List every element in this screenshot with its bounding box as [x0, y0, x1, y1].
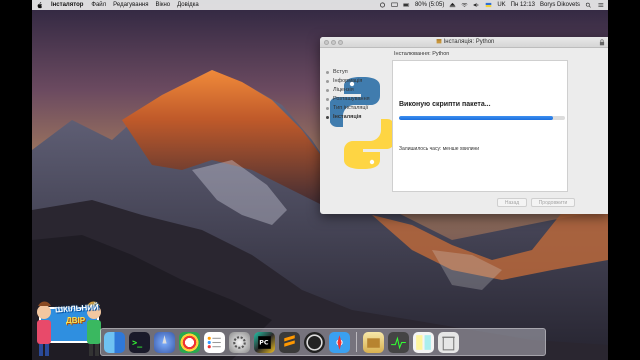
- steps-sidebar: Вступ Інформація Ліцензія Розташування Т…: [320, 48, 394, 214]
- user-name[interactable]: Borys Dikovets: [540, 2, 580, 8]
- finder-icon[interactable]: [104, 331, 125, 353]
- window-titlebar[interactable]: Інсталяція: Python: [320, 37, 608, 48]
- svg-text:>_: >_: [132, 337, 143, 347]
- menu-help[interactable]: Довідка: [177, 2, 199, 8]
- dock: >_ PC: [100, 328, 546, 356]
- sublime-text-icon[interactable]: [279, 331, 300, 353]
- terminal-icon[interactable]: >_: [129, 331, 150, 353]
- channel-logo-text-2: ДВІР: [66, 316, 86, 325]
- menu-app-name[interactable]: Інсталятор: [51, 2, 83, 8]
- menu-bar: Інсталятор Файл Редагування Вікно Довідк…: [32, 0, 608, 10]
- notification-center-icon[interactable]: [597, 2, 604, 8]
- steps-list: Вступ Інформація Ліцензія Розташування Т…: [326, 68, 370, 122]
- back-button[interactable]: Назад: [497, 198, 527, 207]
- battery-text[interactable]: 80% (5:05): [415, 2, 444, 8]
- menu-edit[interactable]: Редагування: [113, 2, 148, 8]
- installer-window: Інсталяція: Python Вступ Інформація Ліце…: [320, 37, 608, 214]
- input-flag-icon[interactable]: [485, 2, 492, 8]
- apple-menu-icon[interactable]: [36, 1, 43, 9]
- menu-file[interactable]: Файл: [91, 2, 106, 8]
- step-item: Ліцензія: [326, 86, 370, 95]
- input-language[interactable]: UK: [497, 2, 505, 8]
- step-item: Розташування: [326, 95, 370, 104]
- step-item: Інформація: [326, 77, 370, 86]
- chrome-icon[interactable]: [179, 331, 200, 353]
- desktop: Інсталятор Файл Редагування Вікно Довідк…: [32, 0, 608, 360]
- display-icon[interactable]: [391, 2, 398, 8]
- pycharm-icon[interactable]: PC: [254, 331, 275, 353]
- status-area: 80% (5:05) UK Пн 12:13 Borys Dikovets: [379, 2, 604, 8]
- progress-fill: [399, 116, 554, 120]
- sync-icon[interactable]: [379, 2, 386, 8]
- svg-text:PC: PC: [259, 339, 269, 346]
- time-remaining: Залишилось часу: менше хвилини: [399, 146, 480, 152]
- battery-icon[interactable]: [403, 2, 410, 8]
- activity-monitor-icon[interactable]: [388, 331, 409, 353]
- pane-header: Інсталювання: Python: [394, 51, 450, 57]
- safari-icon[interactable]: [329, 331, 350, 353]
- menu-window[interactable]: Вікно: [155, 2, 170, 8]
- wifi-icon[interactable]: [461, 2, 468, 8]
- launchpad-icon[interactable]: [154, 331, 175, 353]
- system-preferences-icon[interactable]: [229, 331, 250, 353]
- stickies-icon[interactable]: [413, 331, 434, 353]
- lock-icon[interactable]: [599, 39, 605, 46]
- search-icon[interactable]: [585, 2, 592, 8]
- clock[interactable]: Пн 12:13: [511, 2, 535, 8]
- continue-button[interactable]: Продовжити: [531, 198, 575, 207]
- reminders-icon[interactable]: [204, 331, 225, 353]
- step-item-active: Інсталяція: [326, 113, 370, 122]
- window-title: Інсталяція: Python: [443, 39, 495, 45]
- minimize-button[interactable]: [331, 40, 336, 45]
- step-item: Тип інсталяції: [326, 104, 370, 113]
- content-panel: Виконую скрипти пакета... Залишилось час…: [392, 60, 568, 192]
- eject-icon[interactable]: [449, 2, 456, 8]
- dock-separator: [356, 332, 357, 352]
- installer-icon[interactable]: [363, 331, 384, 353]
- status-text: Виконую скрипти пакета...: [399, 101, 491, 108]
- close-button[interactable]: [324, 40, 329, 45]
- package-icon: [436, 39, 442, 44]
- obs-icon[interactable]: [304, 331, 325, 353]
- volume-icon[interactable]: [473, 2, 480, 8]
- progress-bar: [399, 116, 565, 120]
- zoom-button[interactable]: [338, 40, 343, 45]
- step-item: Вступ: [326, 68, 370, 77]
- trash-icon[interactable]: [438, 331, 459, 353]
